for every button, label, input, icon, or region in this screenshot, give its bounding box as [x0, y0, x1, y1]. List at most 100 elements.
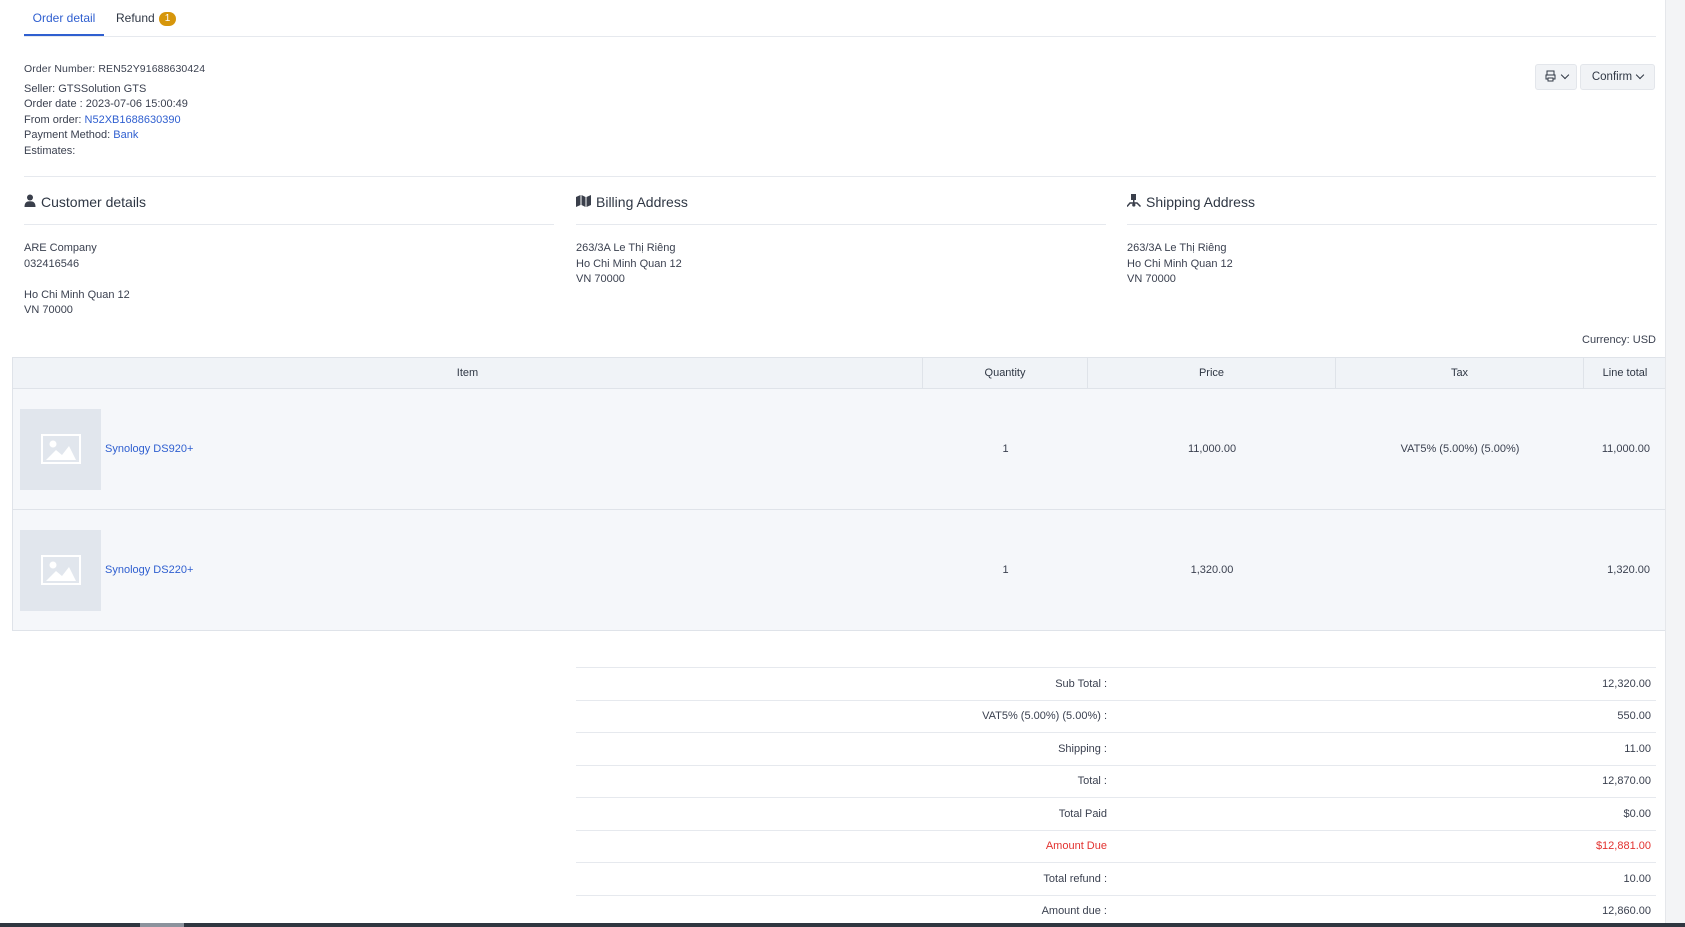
net-amount-due-value: 12,860.00 [1602, 905, 1651, 918]
shipping-label: Shipping : [1058, 742, 1107, 755]
billing-address-panel: Billing Address 263/3A Le Thị Riêng Ho C… [576, 188, 1106, 288]
total-refund-value: 10.00 [1623, 872, 1651, 885]
order-number-label: Order Number: [24, 63, 96, 75]
column-header-line-total: Line total [1602, 367, 1648, 379]
line-total-cell: 11,000.00 [1601, 443, 1650, 455]
shipping-address-body: 263/3A Le Thị Riêng Ho Chi Minh Quan 12 … [1127, 241, 1657, 288]
divider [576, 224, 1106, 225]
subtotal-value: 12,320.00 [1602, 677, 1651, 690]
shipping-row: Shipping : 11.00 [576, 732, 1656, 765]
total-refund-row: Total refund : 10.00 [576, 862, 1656, 895]
customer-phone: 032416546 [24, 257, 80, 270]
net-amount-due-label: Amount due : [1041, 905, 1107, 918]
seller-value: GTSSolution GTS [58, 82, 147, 95]
payment-method-link[interactable]: Bank [113, 129, 138, 141]
print-dropdown-button[interactable] [1535, 64, 1577, 90]
vat-value: 550.00 [1617, 710, 1651, 723]
refund-count-badge: 1 [158, 12, 177, 26]
table-row: Synology DS220+ 1 1,320.00 1,320.00 [13, 510, 1666, 630]
currency-label: Currency: USD [1582, 334, 1656, 346]
vat-row: VAT5% (5.00%) (5.00%) : 550.00 [576, 699, 1656, 733]
order-info: Order Number: REN52Y91688630424 Seller: … [24, 62, 205, 159]
dolly-icon [1126, 194, 1146, 210]
order-page: Order detail Refund 1 Order Number: REN52… [0, 0, 1667, 923]
order-number-line: Order Number: REN52Y91688630424 [24, 62, 205, 78]
item-cell: Synology DS220+ [13, 529, 923, 611]
order-items-table: Item Quantity Price Tax Line total Synol… [12, 357, 1667, 631]
divider [1127, 224, 1657, 225]
billing-street: 263/3A Le Thị Riêng [576, 242, 676, 254]
image-placeholder-icon [20, 529, 101, 611]
map-icon [576, 194, 596, 210]
customer-country: VN 70000 [24, 304, 73, 316]
price-cell: 11,000.00 [1187, 443, 1237, 455]
quantity-cell: 1 [1002, 564, 1009, 576]
order-tabs: Order detail Refund 1 [24, 0, 1656, 37]
total-refund-label: Total refund : [1043, 872, 1107, 885]
item-cell: Synology DS920+ [13, 408, 923, 490]
amount-due-label: Amount Due [1045, 840, 1107, 853]
column-header-item: Item [13, 358, 923, 388]
table-header: Item Quantity Price Tax Line total [13, 358, 1666, 389]
confirm-dropdown-button[interactable]: Confirm [1580, 64, 1655, 90]
amount-due-value: $12,881.00 [1595, 840, 1651, 853]
seller-line: Seller: GTSSolution GTS [24, 82, 205, 98]
customer-name: ARE Company [24, 242, 97, 254]
order-date-label: Order date : [24, 98, 83, 110]
shipping-address-panel: Shipping Address 263/3A Le Thị Riêng Ho … [1126, 188, 1657, 288]
shipping-address-title: Shipping Address [1126, 188, 1657, 216]
line-total-cell: 1,320.00 [1607, 564, 1650, 576]
tab-refund-label: Refund [116, 11, 155, 25]
order-date-value: 2023-07-06 15:00:49 [85, 98, 188, 110]
customer-details-heading: Customer details [41, 194, 147, 210]
horizontal-scrollbar[interactable] [0, 923, 1685, 927]
from-order-line: From order: N52XB1688630390 [24, 113, 205, 129]
print-icon [1545, 70, 1557, 85]
shipping-value: 11.00 [1624, 742, 1651, 755]
estimates-label: Estimates: [24, 144, 76, 157]
shipping-city: Ho Chi Minh Quan 12 [1127, 257, 1233, 270]
total-paid-value: $0.00 [1623, 807, 1651, 820]
vertical-scrollbar[interactable] [1665, 0, 1685, 927]
column-header-quantity: Quantity [923, 358, 1088, 388]
total-label: Total : [1077, 775, 1107, 788]
product-link[interactable]: Synology DS220+ [105, 564, 193, 576]
payment-method-label: Payment Method: [24, 129, 111, 141]
confirm-label: Confirm [1591, 71, 1633, 83]
tax-cell: VAT5% (5.00%) (5.00%) [1400, 443, 1520, 455]
total-row: Total : 12,870.00 [576, 764, 1656, 798]
chevron-down-icon [1635, 70, 1645, 80]
image-placeholder-icon [20, 408, 101, 490]
price-cell: 1,320.00 [1190, 564, 1234, 576]
customer-details-panel: Customer details ARE Company 032416546 H… [24, 188, 554, 319]
billing-city: Ho Chi Minh Quan 12 [576, 257, 682, 270]
order-number: REN52Y91688630424 [98, 63, 206, 75]
tab-refund[interactable]: Refund 1 [116, 0, 177, 36]
product-link[interactable]: Synology DS920+ [105, 443, 193, 455]
shipping-street: 263/3A Le Thị Riêng [1127, 242, 1227, 254]
customer-details-body: ARE Company 032416546 Ho Chi Minh Quan 1… [24, 241, 554, 319]
user-icon [24, 194, 41, 210]
customer-details-title: Customer details [24, 188, 554, 216]
order-date-line: Order date : 2023-07-06 15:00:49 [24, 97, 205, 113]
from-order-link[interactable]: N52XB1688630390 [85, 114, 181, 126]
table-row: Synology DS920+ 1 11,000.00 VAT5% (5.00%… [13, 389, 1666, 510]
scrollbar-thumb[interactable] [140, 923, 184, 927]
divider [24, 224, 554, 225]
billing-address-body: 263/3A Le Thị Riêng Ho Chi Minh Quan 12 … [576, 241, 1106, 288]
customer-city: Ho Chi Minh Quan 12 [24, 288, 130, 301]
column-header-tax: Tax [1336, 358, 1584, 388]
billing-country: VN 70000 [576, 273, 625, 285]
quantity-cell: 1 [1002, 443, 1009, 455]
total-paid-row: Total Paid $0.00 [576, 797, 1656, 830]
column-header-price: Price [1088, 358, 1336, 388]
billing-address-heading: Billing Address [596, 194, 688, 210]
tab-order-detail[interactable]: Order detail [24, 0, 104, 36]
total-value: 12,870.00 [1602, 775, 1651, 788]
total-paid-label: Total Paid [1058, 807, 1107, 820]
billing-address-title: Billing Address [576, 188, 1106, 216]
order-totals: Sub Total : 12,320.00 VAT5% (5.00%) (5.0… [576, 667, 1656, 927]
subtotal-label: Sub Total : [1055, 677, 1107, 690]
estimates-line: Estimates: [24, 144, 205, 160]
divider [24, 176, 1656, 177]
